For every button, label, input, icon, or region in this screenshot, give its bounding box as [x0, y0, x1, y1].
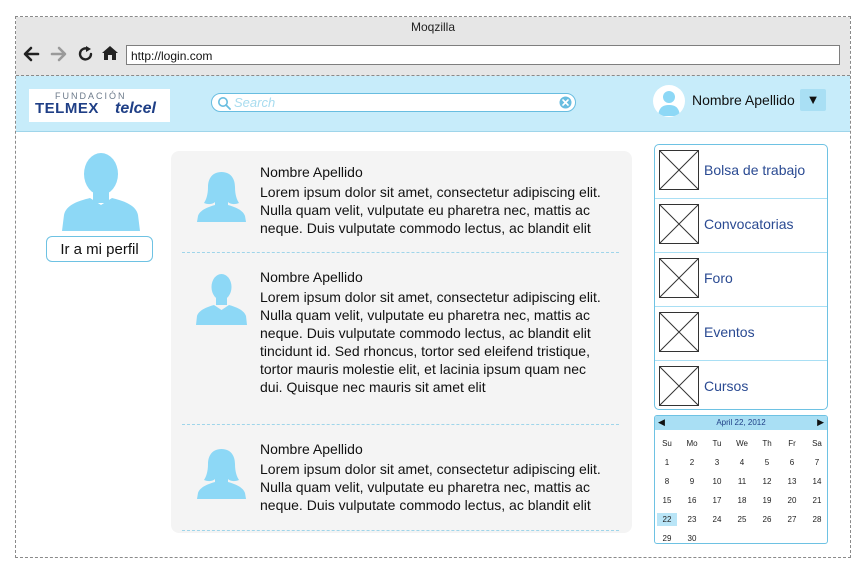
post-text: Lorem ipsum dolor sit amet, consectetur …	[260, 289, 601, 395]
calendar-day[interactable]: 11	[732, 475, 752, 488]
calendar: ◀ April 22, 2012 ▶ Su Mo Tu We Th Fr Sa 1 2 3 4 5 6 7…	[654, 415, 828, 544]
male-user-icon	[196, 274, 247, 325]
calendar-day[interactable]: 20	[782, 494, 802, 507]
menu-item-eventos[interactable]: Eventos	[655, 307, 827, 361]
calendar-day[interactable]: 27	[782, 513, 802, 526]
image-placeholder-icon	[659, 150, 699, 190]
calendar-day[interactable]: 1	[657, 456, 677, 469]
url-input[interactable]: http://login.com	[126, 45, 840, 65]
female-user-icon	[197, 449, 246, 499]
reload-icon[interactable]	[77, 45, 95, 63]
search-icon	[218, 97, 231, 110]
browser-window: Moqzilla http://login.com FUNDACIÓN TELM…	[15, 16, 851, 558]
post-author[interactable]: Nombre Apellido	[260, 164, 363, 180]
address-bar: http://login.com	[16, 37, 850, 76]
go-to-profile-button[interactable]: Ir a mi perfil	[46, 236, 153, 262]
calendar-day[interactable]: 16	[682, 494, 702, 507]
calendar-week-row: 29 30	[655, 532, 827, 543]
post-author[interactable]: Nombre Apellido	[260, 269, 363, 285]
calendar-grid: Su Mo Tu We Th Fr Sa 1 2 3 4 5 6 7 8 9 10 11 12 13 14 15 16 17 1…	[655, 437, 827, 543]
calendar-week-row: 8 9 10 11 12 13 14	[655, 475, 827, 494]
logo-line2: TELMEX	[35, 100, 99, 117]
image-placeholder-icon	[659, 258, 699, 298]
calendar-weekday: Mo	[686, 439, 698, 448]
calendar-day[interactable]: 17	[707, 494, 727, 507]
post-author[interactable]: Nombre Apellido	[260, 441, 363, 457]
calendar-day[interactable]: 7	[807, 456, 827, 469]
image-placeholder-icon	[659, 366, 699, 406]
post-text: Lorem ipsum dolor sit amet, consectetur …	[260, 184, 601, 236]
calendar-day[interactable]: 2	[682, 456, 702, 469]
calendar-week-row: 1234567	[655, 456, 827, 475]
calendar-day[interactable]: 19	[757, 494, 777, 507]
calendar-title: April 22, 2012	[716, 418, 766, 427]
calendar-day[interactable]: 12	[757, 475, 777, 488]
calendar-day[interactable]: 6	[782, 456, 802, 469]
calendar-day[interactable]: 3	[707, 456, 727, 469]
search-input[interactable]: Search	[211, 93, 576, 112]
news-feed: Nombre Apellido Lorem ipsum dolor sit am…	[171, 151, 632, 533]
calendar-weekday-row: Su Mo Tu We Th Fr Sa	[655, 437, 827, 456]
feed-post: Nombre Apellido Lorem ipsum dolor sit am…	[182, 424, 619, 531]
calendar-day[interactable]: 10	[707, 475, 727, 488]
calendar-day[interactable]: 13	[782, 475, 802, 488]
calendar-next-icon[interactable]: ▶	[817, 417, 824, 428]
calendar-weekday: Sa	[812, 439, 822, 448]
calendar-day[interactable]: 5	[757, 456, 777, 469]
clear-search-icon[interactable]	[559, 96, 572, 109]
calendar-weekday: Su	[662, 439, 672, 448]
menu-item-label: Cursos	[704, 378, 749, 394]
side-menu: Bolsa de trabajo Convocatorias Foro Even…	[654, 144, 828, 410]
calendar-day[interactable]: 9	[682, 475, 702, 488]
logo[interactable]: FUNDACIÓN TELMEX telcel	[29, 89, 170, 122]
calendar-day[interactable]: 30	[682, 532, 702, 543]
calendar-day[interactable]: 25	[732, 513, 752, 526]
calendar-day[interactable]: 23	[682, 513, 702, 526]
image-placeholder-icon	[659, 312, 699, 352]
feed-post: Nombre Apellido Lorem ipsum dolor sit am…	[182, 164, 619, 253]
calendar-header: ◀ April 22, 2012 ▶	[655, 416, 827, 430]
menu-item-label: Foro	[704, 270, 733, 286]
calendar-day[interactable]: 24	[707, 513, 727, 526]
calendar-day[interactable]: 29	[657, 532, 677, 543]
user-name[interactable]: Nombre Apellido	[692, 92, 795, 108]
calendar-day[interactable]: 15	[657, 494, 677, 507]
menu-item-label: Eventos	[704, 324, 755, 340]
menu-item-bolsa-de-trabajo[interactable]: Bolsa de trabajo	[655, 145, 827, 199]
calendar-week-row: 22 23 24 25 26 27 28	[655, 513, 827, 532]
calendar-day[interactable]: 14	[807, 475, 827, 488]
back-arrow-icon[interactable]	[22, 45, 40, 63]
calendar-day[interactable]: 4	[732, 456, 752, 469]
calendar-week-row: 15 16 17 18 19 20 21	[655, 494, 827, 513]
user-menu-dropdown[interactable]: ▼	[800, 89, 826, 111]
user-avatar[interactable]	[653, 85, 685, 117]
user-icon	[658, 91, 680, 116]
calendar-day[interactable]: 21	[807, 494, 827, 507]
female-user-icon	[197, 172, 246, 222]
calendar-weekday: Fr	[788, 439, 796, 448]
menu-item-label: Convocatorias	[704, 216, 794, 232]
forward-arrow-icon[interactable]	[50, 45, 68, 63]
calendar-day[interactable]: 26	[757, 513, 777, 526]
calendar-day[interactable]: 22	[657, 513, 677, 526]
menu-item-foro[interactable]: Foro	[655, 253, 827, 307]
calendar-day[interactable]: 18	[732, 494, 752, 507]
calendar-weekday: Tu	[712, 439, 722, 448]
home-icon[interactable]	[101, 44, 119, 62]
site-header: FUNDACIÓN TELMEX telcel Search Nombre Ap…	[16, 76, 850, 132]
image-placeholder-icon	[659, 204, 699, 244]
feed-post: Nombre Apellido Lorem ipsum dolor sit am…	[182, 269, 619, 425]
menu-item-convocatorias[interactable]: Convocatorias	[655, 199, 827, 253]
calendar-weekday: Th	[762, 439, 772, 448]
logo-line3: telcel	[115, 100, 156, 117]
calendar-day[interactable]: 8	[657, 475, 677, 488]
calendar-day[interactable]: 28	[807, 513, 827, 526]
search-placeholder: Search	[234, 95, 276, 110]
calendar-weekday: We	[736, 439, 748, 448]
menu-item-label: Bolsa de trabajo	[704, 162, 806, 178]
post-text: Lorem ipsum dolor sit amet, consectetur …	[260, 461, 601, 513]
profile-avatar-icon	[62, 153, 140, 231]
menu-item-cursos[interactable]: Cursos	[655, 361, 827, 414]
window-title: Moqzilla	[16, 17, 850, 37]
